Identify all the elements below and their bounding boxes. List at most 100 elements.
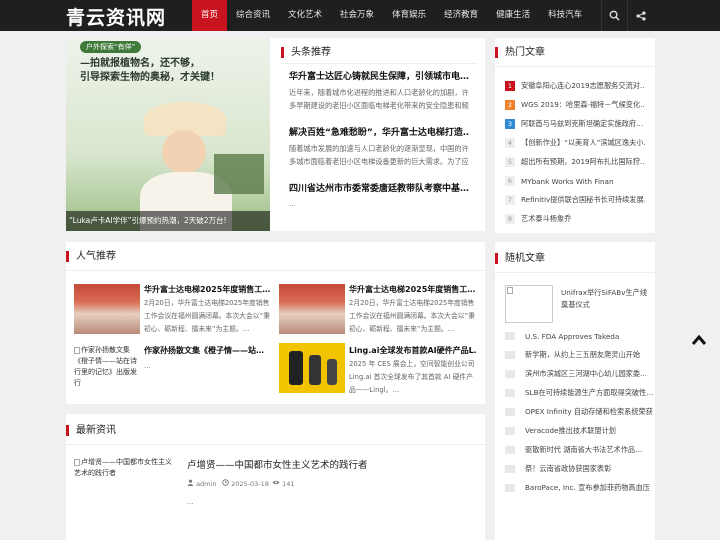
hot-list-item[interactable]: 3 阿联酋与马兹到克斯坦确定实施政府… — [505, 118, 645, 130]
author-meta: admin — [187, 479, 216, 488]
headline-title[interactable]: 四川省达州市市委常委唐廷教带队考察中基… — [289, 181, 469, 194]
broken-image-thumbnail[interactable]: 卢增贤——中国都市女性主义艺术的践行者 — [74, 457, 178, 479]
rank-badge: 3 — [505, 119, 515, 129]
hot-item-title[interactable]: WGS 2019：哈里森·福特－气候变化… — [521, 100, 645, 110]
nav-item-health-life[interactable]: 健康生活 — [487, 0, 539, 31]
hot-item-title[interactable]: 阿联酋与马兹到克斯坦确定实施政府… — [521, 119, 645, 129]
hot-list-item[interactable]: 4 【创新作业】“以美育人”滨城区逸夫小… — [505, 137, 645, 149]
random-list-item[interactable]: SLB在可持续能源生产方面取得突破性… — [505, 387, 653, 399]
date-meta: 2025-03-18 — [222, 479, 269, 488]
hot-item-title[interactable]: 超出所有预期，2019阿布扎比国际狩… — [521, 157, 645, 167]
article-thumbnail[interactable] — [74, 284, 140, 334]
hot-item-title[interactable]: 艺术泰斗杨象乔 — [521, 214, 645, 224]
hot-list-item[interactable]: 6 MYbank Works With Finan — [505, 175, 645, 187]
random-item-title[interactable]: OPEX Infinity 自动存储和检索系统荣获 — [525, 407, 653, 417]
featured-caption[interactable]: “Luka卢卡AI学伴”引爆预约热潮，2天破2万台! — [66, 211, 270, 231]
featured-image[interactable]: 户外探索“有佯” —拍就报植物名，还不够， 引导探索生物的奥秘，才关键！ “Lu… — [66, 38, 270, 231]
popular-section-title: 人气推荐 — [66, 251, 116, 262]
article-thumbnail[interactable] — [279, 343, 345, 393]
popular-item-title[interactable]: 作家孙扬散文集《橙子情——站… — [144, 345, 272, 356]
headline-summary: ... — [289, 200, 296, 208]
rank-badge: 4 — [505, 138, 515, 148]
nav-item-society[interactable]: 社会万象 — [331, 0, 383, 31]
headline-title[interactable]: 解决百姓“急难愁盼”，华升富士达电梯打造… — [289, 125, 469, 138]
broken-image-thumbnail[interactable] — [505, 285, 553, 323]
bullet-square — [505, 370, 515, 378]
bullet-square — [505, 351, 515, 359]
hot-item-title[interactable]: Refinitiv提供联合国秘书长可持续发展… — [521, 195, 645, 205]
random-list-item[interactable]: BaroPace, Inc. 宣布参加菲药物高血压 — [505, 482, 653, 494]
hot-item-title[interactable]: 安徽阜阳心连心2019志愿服务交流对… — [521, 81, 645, 91]
random-item-title[interactable]: 新学期，从约上三五朋友爬灵山开始 — [525, 350, 653, 360]
headline-summary: 随着城市发展的加速与人口老龄化的逐渐显现，中国的许多城市面临着老旧小区电梯设备更… — [289, 144, 469, 166]
broken-image-icon — [507, 287, 513, 294]
random-item-title[interactable]: SLB在可持续能源生产方面取得突破性… — [525, 388, 653, 398]
popular-item-title[interactable]: 华升富士达电梯2025年度销售工… — [144, 284, 272, 295]
popular-item-title[interactable]: 华升富士达电梯2025年度销售工… — [349, 284, 477, 295]
random-item-title[interactable]: BaroPace, Inc. 宣布参加菲药物高血压 — [525, 483, 653, 493]
site-logo[interactable]: 青云资讯网 — [66, 3, 166, 30]
hot-item-title[interactable]: MYbank Works With Finan — [521, 177, 645, 186]
latest-section-title: 最新资讯 — [66, 425, 116, 436]
share-icon[interactable] — [627, 0, 653, 31]
headline-title[interactable]: 华升富士达匠心铸就民生保障，引领城市电… — [289, 69, 469, 82]
nav-item-tech-auto[interactable]: 科技汽车 — [539, 0, 591, 31]
random-list-item[interactable]: U.S. FDA Approves Takeda — [505, 330, 653, 342]
bullet-square — [505, 427, 515, 435]
headlines-section-title: 头条推荐 — [281, 47, 331, 58]
back-to-top-icon[interactable] — [691, 331, 707, 350]
random-item-title[interactable]: 祭！云南省政协获国家表彰 — [525, 464, 653, 474]
broken-image-icon — [74, 458, 80, 466]
popular-item-summary: 2月20日，华升富士达电梯2025年度销售工作会议在福州圆满闭幕。本次大会以“秉… — [144, 299, 270, 333]
hot-section-title: 热门文章 — [495, 47, 545, 58]
divider — [281, 63, 477, 64]
child-face-illustration — [162, 130, 206, 174]
device-illustration — [309, 355, 321, 385]
random-item-title[interactable]: U.S. FDA Approves Takeda — [525, 332, 653, 341]
hot-item-title[interactable]: 【创新作业】“以美育人”滨城区逸夫小… — [521, 138, 645, 148]
main-nav: 首页 综合资讯 文化艺术 社会万象 体育娱乐 经济教育 健康生活 科技汽车 — [192, 0, 591, 31]
nav-item-culture-art[interactable]: 文化艺术 — [279, 0, 331, 31]
featured-tag: 户外探索“有佯” — [80, 41, 142, 53]
rank-badge: 7 — [505, 195, 515, 205]
hot-list-item[interactable]: 5 超出所有预期，2019阿布扎比国际狩… — [505, 156, 645, 168]
device-illustration — [327, 359, 337, 385]
bullet-square — [505, 446, 515, 454]
hot-list-item[interactable]: 8 艺术泰斗杨象乔 — [505, 213, 645, 225]
random-list-item[interactable]: 驱散新时代 湖南省大书法艺术作品… — [505, 444, 653, 456]
article-thumbnail[interactable] — [279, 284, 345, 334]
nav-item-home[interactable]: 首页 — [192, 0, 228, 31]
divider — [495, 66, 655, 67]
hot-list-item[interactable]: 2 WGS 2019：哈里森·福特－气候变化… — [505, 99, 645, 111]
search-icon[interactable] — [601, 0, 627, 31]
clock-icon — [222, 479, 229, 486]
latest-item-title[interactable]: 卢增贤——中国都市女性主义艺术的践行者 — [187, 457, 368, 471]
broken-image-thumbnail[interactable]: 作家孙扬散文集《橙子情——站在诗行里的记忆》出版发行 — [74, 345, 140, 389]
hot-list-item[interactable]: 7 Refinitiv提供联合国秘书长可持续发展… — [505, 194, 645, 206]
bullet-square — [505, 332, 515, 340]
divider — [66, 444, 485, 445]
divider — [66, 270, 485, 271]
nav-item-economy-education[interactable]: 经济教育 — [435, 0, 487, 31]
featured-headline-line1: —拍就报植物名，还不够， — [80, 58, 200, 69]
nav-item-general-news[interactable]: 综合资讯 — [227, 0, 279, 31]
random-list-item[interactable]: 新学期，从约上三五朋友爬灵山开始 — [505, 349, 653, 361]
random-item-title[interactable]: 滨州市滨城区三河湖中心幼儿园家委… — [525, 369, 653, 379]
bullet-square — [505, 484, 515, 492]
divider — [495, 272, 655, 273]
product-badge-illustration — [214, 154, 264, 194]
view-count: 141 — [282, 480, 295, 488]
hot-list-item[interactable]: 1 安徽阜阳心连心2019志愿服务交流对… — [505, 80, 645, 92]
random-list-item[interactable]: 滨州市滨城区三河湖中心幼儿园家委… — [505, 368, 653, 380]
popular-item-title[interactable]: Ling.ai全球发布首款AI硬件产品L… — [349, 345, 477, 356]
random-item-title[interactable]: 驱散新时代 湖南省大书法艺术作品… — [525, 445, 653, 455]
random-list-item[interactable]: OPEX Infinity 自动存储和检索系统荣获 — [505, 406, 653, 418]
bullet-square — [505, 465, 515, 473]
author-name[interactable]: admin — [196, 480, 216, 488]
random-list-item[interactable]: Veracode推出技术联盟计划 — [505, 425, 653, 437]
rank-badge: 8 — [505, 214, 515, 224]
random-item-title[interactable]: Veracode推出技术联盟计划 — [525, 426, 653, 436]
random-list-item[interactable]: 祭！云南省政协获国家表彰 — [505, 463, 653, 475]
random-first-title[interactable]: Unifrax举行SiFABv生产线奠基仪式 — [561, 287, 651, 311]
nav-item-sports-entertainment[interactable]: 体育娱乐 — [383, 0, 435, 31]
